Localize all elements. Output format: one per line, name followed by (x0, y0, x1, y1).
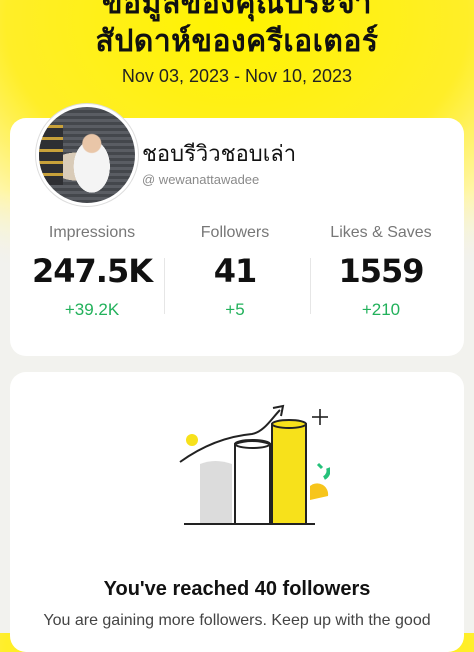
stat-label: Followers (200, 224, 270, 241)
stat-value: 1559 (338, 252, 424, 290)
stat-followers: Followers 41 +5 (165, 224, 305, 320)
growth-chart-illustration-icon (179, 404, 330, 525)
page-title-line2: สัปดาห์ของครีเอเตอร์ (95, 24, 379, 59)
profile-username: @ wewanattawadee (142, 172, 260, 187)
stat-delta: +5 (225, 300, 245, 319)
stat-label: Likes & Saves (330, 224, 432, 241)
stat-value: 41 (213, 252, 258, 290)
stat-likes-saves: Likes & Saves 1559 +210 (311, 224, 451, 320)
milestone-title: You've reached 40 followers (103, 578, 371, 600)
stat-delta: +210 (361, 300, 401, 319)
date-range: Nov 03, 2023 - Nov 10, 2023 (121, 66, 353, 86)
stat-value: 247.5K (31, 252, 153, 290)
milestone-body: You are gaining more followers. Keep up … (43, 612, 431, 629)
stat-label: Impressions (48, 224, 136, 241)
stat-impressions: Impressions 247.5K +39.2K (22, 224, 162, 320)
profile-display-name: ชอบรีวิวชอบเล่า (142, 142, 297, 167)
milestone-card: You've reached 40 followers You are gain… (10, 372, 464, 652)
stat-delta: +39.2K (64, 300, 120, 319)
avatar[interactable] (36, 104, 138, 206)
profile-card: ชอบรีวิวชอบเล่า @ wewanattawadee Impress… (10, 104, 464, 356)
